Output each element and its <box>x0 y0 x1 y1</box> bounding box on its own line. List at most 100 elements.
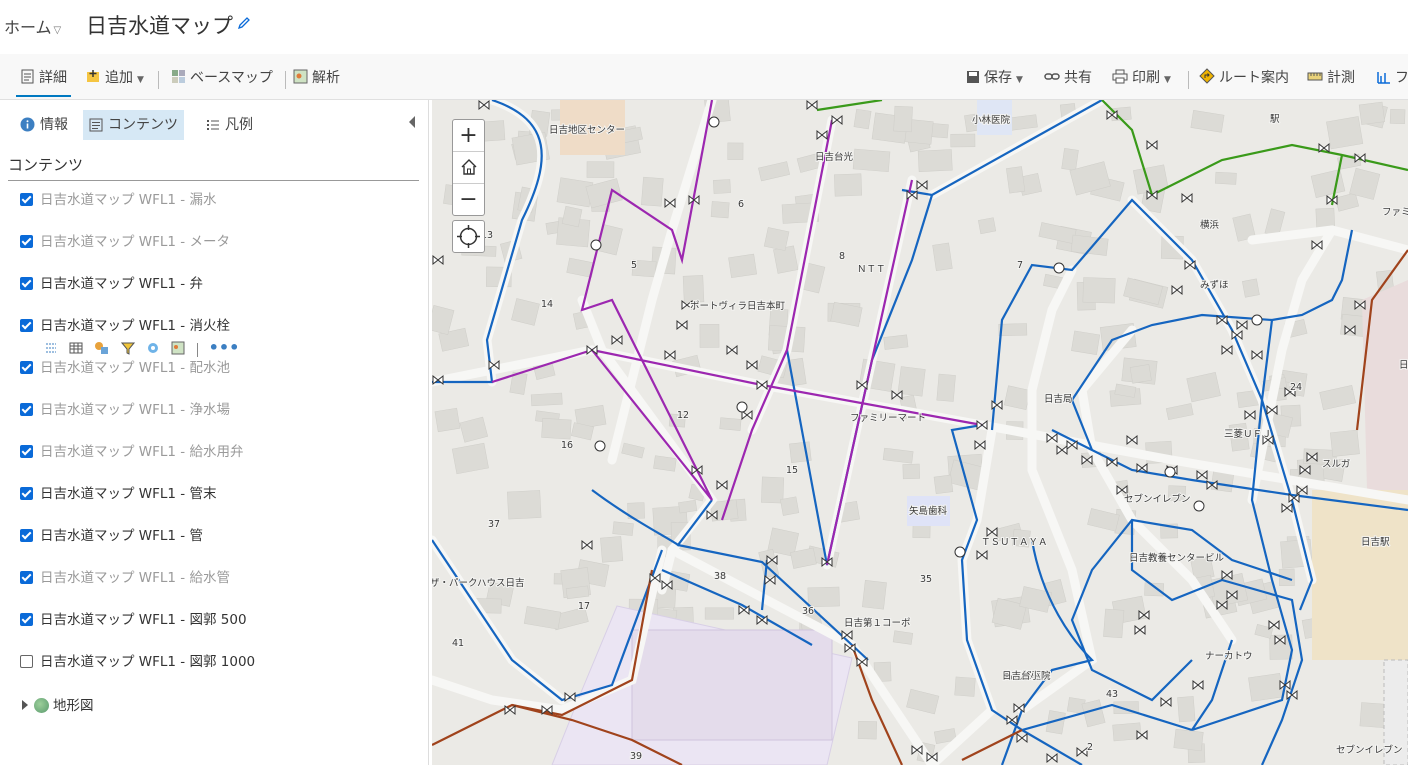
map-layer-icon[interactable] <box>171 340 185 359</box>
hydrant-icon[interactable] <box>1053 262 1065 274</box>
details-icon <box>21 69 34 84</box>
home-menu[interactable]: ホーム ▽ <box>4 14 61 38</box>
layer-tools: ••• <box>44 338 245 359</box>
layer-item[interactable]: 日吉水道マップ WFL1 - 給水用弁 <box>20 442 243 462</box>
layer-item[interactable]: 日吉水道マップ WFL1 - 給水管 <box>20 568 230 588</box>
layer-visibility-checkbox[interactable] <box>20 655 33 668</box>
layer-visibility-checkbox[interactable] <box>20 403 33 416</box>
map-label: 38 <box>714 571 726 582</box>
measure-label: 計測 <box>1327 70 1355 86</box>
map-canvas[interactable]: 日吉地区センター小林医院日吉台光ＮＴＴポートヴィラ日吉本町横浜みずほファミリーマ… <box>432 100 1408 765</box>
details-button[interactable]: 詳細 <box>16 67 71 97</box>
printer-icon <box>1112 69 1128 84</box>
hydrant-icon[interactable] <box>954 546 966 558</box>
map-label: 6 <box>738 199 744 210</box>
chart-icon <box>1377 72 1390 84</box>
filter-icon[interactable] <box>121 340 136 359</box>
map-label: 35 <box>920 574 932 585</box>
layer-visibility-checkbox[interactable] <box>20 193 33 206</box>
layer-item[interactable]: 日吉水道マップ WFL1 - 漏水 <box>20 190 216 210</box>
basemap-button[interactable]: ベースマップ <box>171 67 273 87</box>
save-label: 保存 <box>984 70 1012 86</box>
building <box>1129 364 1152 384</box>
building <box>1326 116 1364 150</box>
layer-item[interactable]: 日吉水道マップ WFL1 - 弁 <box>20 274 203 294</box>
panel-splitter[interactable]: ⋮ <box>428 470 438 494</box>
layer-visibility-checkbox[interactable] <box>20 361 33 374</box>
hydrant-icon[interactable] <box>1164 466 1176 478</box>
building <box>857 720 877 740</box>
layer-item[interactable]: 日吉水道マップ WFL1 - 管末 <box>20 484 216 504</box>
change-style-icon[interactable] <box>94 340 110 359</box>
building <box>1006 166 1026 194</box>
print-button[interactable]: 印刷 ▼ <box>1112 67 1171 87</box>
layer-visibility-checkbox[interactable] <box>20 235 33 248</box>
map-label: 39 <box>630 751 642 762</box>
more-options-icon[interactable]: ••• <box>209 338 240 357</box>
add-button[interactable]: 追加 ▼ <box>86 67 144 87</box>
tab-contents[interactable]: コンテンツ <box>83 110 184 140</box>
layer-item[interactable]: 日吉水道マップ WFL1 - 図郭 500 <box>20 610 247 630</box>
layer-item[interactable]: 日吉水道マップ WFL1 - 管 <box>20 526 203 546</box>
tab-info[interactable]: 情報 <box>14 110 74 140</box>
layer-item[interactable]: 日吉水道マップ WFL1 - 浄水場 <box>20 400 230 420</box>
layer-item[interactable]: 日吉水道マップ WFL1 - 図郭 1000 <box>20 652 255 672</box>
directions-button[interactable]: ルート案内 <box>1199 67 1289 87</box>
collapse-panel-icon[interactable] <box>409 116 415 128</box>
building <box>641 176 664 207</box>
hydrant-icon[interactable] <box>708 116 720 128</box>
analysis-label: 解析 <box>312 70 340 86</box>
layer-item[interactable]: 日吉水道マップ WFL1 - 配水池 <box>20 358 230 378</box>
zoom-out-button[interactable]: − <box>453 184 484 215</box>
layer-label: 日吉水道マップ WFL1 - 管 <box>40 528 203 544</box>
more-button[interactable]: フ <box>1376 67 1408 87</box>
layer-item[interactable]: 日吉水道マップ WFL1 - 消火栓 <box>20 316 230 336</box>
hydrant-icon[interactable] <box>1193 500 1205 512</box>
layer-visibility-checkbox[interactable] <box>20 319 33 332</box>
layer-visibility-checkbox[interactable] <box>20 571 33 584</box>
map-label: 24 <box>1290 382 1302 393</box>
map-label: 矢島歯科 <box>909 505 948 517</box>
layer-visibility-checkbox[interactable] <box>20 445 33 458</box>
chevron-down-icon: ▼ <box>137 75 144 85</box>
layer-visibility-checkbox[interactable] <box>20 277 33 290</box>
building <box>1173 728 1204 752</box>
share-button[interactable]: 共有 <box>1044 67 1092 87</box>
building <box>763 227 790 251</box>
edit-pencil-icon[interactable] <box>236 15 252 35</box>
building <box>1248 673 1284 702</box>
hydrant-icon[interactable] <box>1251 314 1263 326</box>
map-label: 36 <box>802 606 814 617</box>
expand-arrow-icon[interactable] <box>22 700 28 710</box>
tab-legend[interactable]: 凡例 <box>200 110 259 140</box>
layer-item[interactable]: 日吉水道マップ WFL1 - メータ <box>20 232 230 252</box>
layer-visibility-checkbox[interactable] <box>20 529 33 542</box>
directions-label: ルート案内 <box>1219 70 1289 86</box>
hydrant-icon[interactable] <box>736 401 748 413</box>
layer-visibility-checkbox[interactable] <box>20 613 33 626</box>
basemap-layer[interactable]: 地形図 <box>22 694 94 714</box>
map-label: ＴＳＵＴＡＹＡ <box>981 537 1048 548</box>
locate-button[interactable] <box>452 220 485 253</box>
map-label: 日吉台小 <box>1002 670 1041 682</box>
hydrant-icon[interactable] <box>594 440 606 452</box>
measure-button[interactable]: 計測 <box>1307 67 1355 87</box>
hydrant-icon[interactable] <box>590 239 602 251</box>
basemap-grid-icon <box>172 70 185 83</box>
share-label: 共有 <box>1064 70 1092 86</box>
layer-visibility-checkbox[interactable] <box>20 487 33 500</box>
map-label: 37 <box>488 519 500 530</box>
home-extent-button[interactable] <box>453 152 484 184</box>
map-view[interactable]: 日吉地区センター 小林医院 日吉台光 ＮＴＴ ポートヴィラ日吉本町 横浜 みずほ ファミリーマ… <box>432 100 1408 765</box>
save-button[interactable]: 保存 ▼ <box>966 67 1023 87</box>
analysis-icon[interactable] <box>146 340 160 359</box>
table-icon[interactable] <box>69 340 83 359</box>
layer-options-icon[interactable] <box>44 340 58 359</box>
layer-label: 日吉水道マップ WFL1 - 配水池 <box>40 360 230 376</box>
map-label: 43 <box>1106 689 1118 700</box>
building <box>1389 108 1406 125</box>
analysis-button[interactable]: 解析 <box>293 67 340 87</box>
building <box>541 418 572 440</box>
zoom-in-button[interactable]: + <box>453 120 484 152</box>
map-label: 2 <box>1087 742 1093 753</box>
